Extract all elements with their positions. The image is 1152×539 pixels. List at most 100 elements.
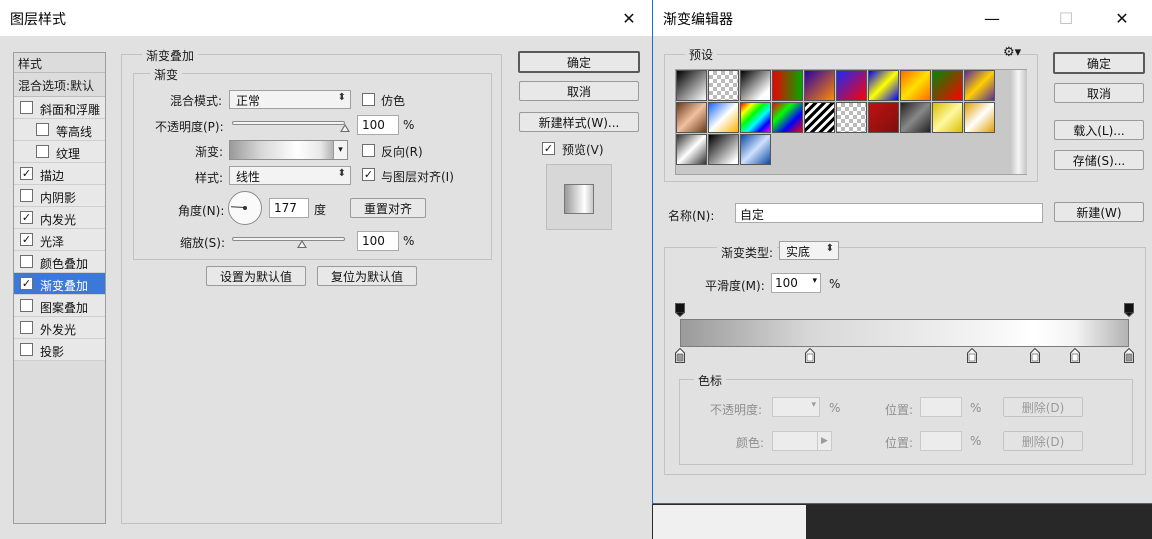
opacity-location-input[interactable]: [920, 397, 962, 417]
scale-slider-track[interactable]: [232, 237, 345, 241]
preset-swatch[interactable]: [900, 70, 931, 101]
stop-opacity-input[interactable]: ▾: [772, 397, 820, 417]
preset-swatch[interactable]: [708, 134, 739, 165]
sidebar-item-checkbox[interactable]: [20, 321, 33, 334]
opacity-stop[interactable]: [675, 303, 685, 318]
sidebar-item[interactable]: 投影: [14, 339, 105, 361]
preset-swatch[interactable]: [932, 102, 963, 133]
chevron-down-icon[interactable]: ▾: [811, 400, 816, 410]
preset-swatch[interactable]: [932, 70, 963, 101]
ok-button[interactable]: 确定: [518, 51, 640, 73]
preset-swatch[interactable]: [740, 70, 771, 101]
minimize-icon[interactable]: —: [969, 0, 1015, 36]
align-checkbox[interactable]: ✓: [362, 168, 375, 181]
save-button[interactable]: 存储(S)...: [1054, 150, 1144, 170]
opacity-input[interactable]: 100: [357, 115, 399, 135]
smoothness-input[interactable]: 100 ▾: [771, 273, 821, 293]
sidebar-item[interactable]: ✓ 渐变叠加: [14, 273, 105, 295]
sidebar-item[interactable]: ✓ 光泽: [14, 229, 105, 251]
new-gradient-button[interactable]: 新建(W): [1054, 202, 1144, 222]
color-location-input[interactable]: [920, 431, 962, 451]
preset-swatch[interactable]: [740, 102, 771, 133]
maximize-icon[interactable]: ☐: [1043, 0, 1089, 36]
sidebar-item-checkbox[interactable]: [20, 255, 33, 268]
preset-swatch[interactable]: [836, 70, 867, 101]
opacity-slider-track[interactable]: [232, 121, 345, 125]
preset-swatch[interactable]: [708, 102, 739, 133]
sidebar-item[interactable]: 纹理: [14, 141, 105, 163]
chevron-down-icon[interactable]: ▾: [333, 141, 347, 159]
name-input[interactable]: 自定: [735, 203, 1043, 223]
close-icon[interactable]: ✕: [606, 0, 652, 36]
preset-swatch[interactable]: [740, 134, 771, 165]
reset-default-button[interactable]: 复位为默认值: [317, 266, 417, 286]
gradient-type-select[interactable]: 实底 ⬍: [779, 241, 839, 260]
preset-swatch[interactable]: [868, 70, 899, 101]
sidebar-item-checkbox[interactable]: [20, 189, 33, 202]
sidebar-item[interactable]: 等高线: [14, 119, 105, 141]
blend-options-item[interactable]: 混合选项:默认: [18, 77, 94, 94]
opacity-slider-thumb[interactable]: [340, 124, 350, 132]
sidebar-item-checkbox[interactable]: ✓: [20, 233, 33, 246]
delete-opacity-stop-button[interactable]: 删除(D): [1003, 397, 1083, 417]
preset-swatch[interactable]: [964, 70, 995, 101]
scale-slider-thumb[interactable]: [297, 240, 308, 248]
gradient-editor-titlebar[interactable]: 渐变编辑器 — ☐ ✕: [653, 0, 1152, 36]
preset-swatch[interactable]: [900, 102, 931, 133]
sidebar-item-checkbox[interactable]: [20, 101, 33, 114]
preset-swatch[interactable]: [676, 70, 707, 101]
gradient-picker[interactable]: ▾: [229, 140, 348, 160]
sidebar-item[interactable]: 颜色叠加: [14, 251, 105, 273]
color-stop[interactable]: [805, 347, 816, 363]
color-stop[interactable]: [1029, 347, 1040, 363]
sidebar-item[interactable]: ✓ 内发光: [14, 207, 105, 229]
load-button[interactable]: 载入(L)...: [1054, 120, 1144, 140]
dither-checkbox[interactable]: [362, 93, 375, 106]
color-stop[interactable]: [1124, 347, 1134, 363]
angle-input[interactable]: 177: [269, 198, 309, 218]
reset-align-button[interactable]: 重置对齐: [350, 198, 426, 218]
sidebar-item-checkbox[interactable]: [36, 145, 49, 158]
sidebar-item-checkbox[interactable]: [20, 299, 33, 312]
opacity-stop[interactable]: [1124, 303, 1134, 318]
angle-dial[interactable]: [228, 191, 262, 225]
new-style-button[interactable]: 新建样式(W)...: [519, 112, 639, 132]
sidebar-item-checkbox[interactable]: [36, 123, 49, 136]
ge-cancel-button[interactable]: 取消: [1054, 83, 1144, 103]
color-stop[interactable]: [1070, 347, 1081, 363]
layer-style-titlebar[interactable]: 图层样式 ✕: [0, 0, 652, 36]
sidebar-item-checkbox[interactable]: ✓: [20, 277, 33, 290]
preset-swatch[interactable]: [676, 134, 707, 165]
preset-swatch[interactable]: [676, 102, 707, 133]
ge-ok-button[interactable]: 确定: [1053, 52, 1145, 74]
preset-swatch[interactable]: [772, 70, 803, 101]
cancel-button[interactable]: 取消: [519, 81, 639, 101]
gradient-preview-swatch[interactable]: [230, 141, 333, 159]
close-icon[interactable]: ✕: [1099, 0, 1145, 36]
sidebar-item[interactable]: 内阴影: [14, 185, 105, 207]
sidebar-item[interactable]: ✓ 描边: [14, 163, 105, 185]
sidebar-item[interactable]: 图案叠加: [14, 295, 105, 317]
sidebar-item[interactable]: 外发光: [14, 317, 105, 339]
preset-swatch[interactable]: [804, 102, 835, 133]
sidebar-item-checkbox[interactable]: ✓: [20, 211, 33, 224]
stop-color-swatch[interactable]: ▶: [772, 431, 832, 451]
sidebar-item-checkbox[interactable]: [20, 343, 33, 356]
color-stop[interactable]: [675, 347, 685, 363]
preset-swatch[interactable]: [868, 102, 899, 133]
preset-swatch[interactable]: [708, 70, 739, 101]
reverse-checkbox[interactable]: [362, 144, 375, 157]
color-stop[interactable]: [966, 347, 977, 363]
preset-swatch[interactable]: [964, 102, 995, 133]
scale-input[interactable]: 100: [357, 231, 399, 251]
gradient-bar[interactable]: [680, 319, 1129, 347]
style-select[interactable]: 线性 ⬍: [229, 166, 351, 185]
preset-swatch[interactable]: [772, 102, 803, 133]
delete-color-stop-button[interactable]: 删除(D): [1003, 431, 1083, 451]
preset-swatch[interactable]: [836, 102, 867, 133]
set-default-button[interactable]: 设置为默认值: [206, 266, 306, 286]
preset-swatch[interactable]: [804, 70, 835, 101]
presets-scrollbar[interactable]: [1010, 70, 1027, 174]
sidebar-item-checkbox[interactable]: ✓: [20, 167, 33, 180]
preview-checkbox[interactable]: ✓: [542, 142, 555, 155]
